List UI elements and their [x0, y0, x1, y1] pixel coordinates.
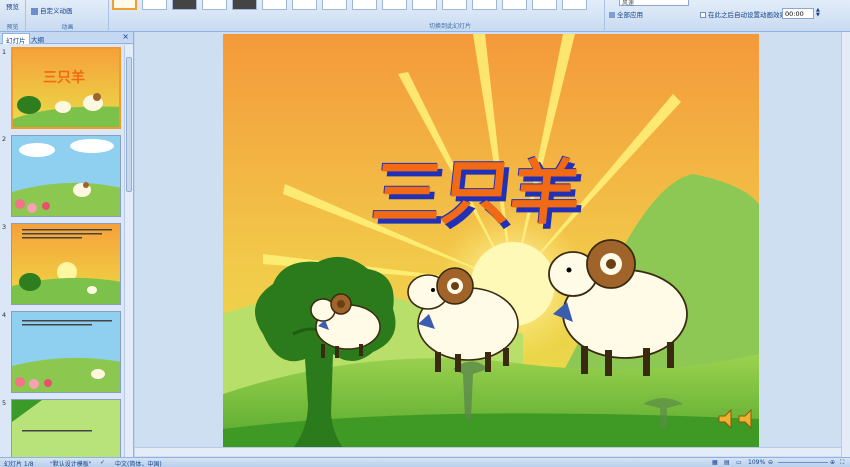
transition-option[interactable]: [142, 0, 167, 10]
transition-option[interactable]: [262, 0, 287, 10]
transition-settings: 风速 全部应用: [604, 0, 696, 32]
sound-select[interactable]: 风速: [619, 0, 689, 7]
preview-group-label: 预览: [6, 24, 19, 31]
apply-all-label: 全部应用: [617, 11, 643, 19]
transition-none[interactable]: [112, 0, 137, 10]
transition-option[interactable]: [292, 0, 317, 10]
advance-settings: 在此之后自动设置动画效果: 00:00 ▲ ▼: [697, 0, 850, 32]
slide-thumbnail[interactable]: [11, 311, 121, 393]
slide-number: 3: [2, 223, 7, 231]
view-slideshow-icon[interactable]: ▭: [736, 459, 742, 466]
language-indicator[interactable]: 中文(简体，中国): [115, 459, 162, 467]
zoom-slider[interactable]: [778, 462, 828, 463]
slide-number: 4: [2, 311, 7, 319]
slide-title[interactable]: 三只羊: [368, 137, 586, 238]
slide-thumbnail-image: [12, 312, 120, 392]
theme-name: "默认设计模板": [50, 461, 92, 467]
transition-option[interactable]: [532, 0, 557, 10]
animation-group-label: 动画: [61, 24, 74, 31]
slide-thumbnail[interactable]: [11, 135, 121, 217]
transition-gallery: [112, 0, 602, 20]
slide-counter: 幻灯片 1/8: [4, 461, 34, 467]
slide-thumbnail-image: [12, 224, 120, 304]
view-normal-icon[interactable]: ▦: [712, 459, 718, 466]
fit-window-icon[interactable]: ⛶: [840, 459, 844, 467]
scrollbar-thumb[interactable]: [126, 57, 132, 192]
transition-option[interactable]: [172, 0, 197, 10]
slide-thumbnail[interactable]: [11, 223, 121, 305]
slide-background-illustration: [223, 34, 759, 448]
status-bar: 幻灯片 1/8 "默认设计模板" ✓ 中文(简体，中国) ▦ ▤ ▭ 109% …: [0, 457, 850, 467]
slide-thumbnail-image: [12, 400, 120, 457]
custom-animation-label: 自定义动画: [40, 7, 73, 15]
pane-tabs: 幻灯片 大纲 ×: [0, 32, 133, 45]
transition-option[interactable]: [562, 0, 587, 10]
custom-animation-icon: [31, 7, 38, 15]
transition-option[interactable]: [442, 0, 467, 10]
slide-editing-area: 三只羊: [135, 32, 850, 457]
slides-pane: 幻灯片 大纲 × 1 三只羊 2 3 4 5: [0, 32, 134, 457]
ribbon: 预览 预览 自定义动画 动画 切换到此幻灯片 风速 全部应用 在此之后自动设置动…: [0, 0, 850, 32]
close-pane-icon[interactable]: ×: [122, 32, 129, 41]
apply-all-button[interactable]: 全部应用: [609, 9, 643, 19]
slide-thumbnail-image: 三只羊: [13, 49, 119, 127]
zoom-level[interactable]: 109%: [748, 459, 765, 466]
transition-option[interactable]: [352, 0, 377, 10]
slide-thumbnail[interactable]: 三只羊: [11, 47, 121, 129]
horizontal-scrollbar[interactable]: [135, 447, 841, 456]
transition-option[interactable]: [412, 0, 437, 10]
slide-thumbnail[interactable]: [11, 399, 121, 457]
slide-number: 1: [2, 48, 7, 56]
slide-thumbnail-image: [12, 136, 120, 216]
transition-option[interactable]: [472, 0, 497, 10]
custom-animation-button[interactable]: 自定义动画: [31, 5, 73, 15]
slide-thumbnail-list: 1 三只羊 2 3 4 5: [0, 45, 124, 457]
preview-button[interactable]: 预览: [6, 1, 19, 11]
current-slide[interactable]: 三只羊: [223, 34, 759, 448]
auto-after-time-input[interactable]: 00:00: [782, 8, 814, 19]
svg-text:三只羊: 三只羊: [43, 69, 85, 86]
preview-group: 预览 预览: [0, 0, 26, 32]
transition-option[interactable]: [322, 0, 347, 10]
time-spinner-icon[interactable]: ▲ ▼: [816, 8, 820, 18]
checkbox-icon: [700, 12, 706, 18]
view-sorter-icon[interactable]: ▤: [724, 459, 730, 466]
transition-option[interactable]: [502, 0, 527, 10]
animation-group: 自定义动画 动画: [27, 0, 109, 32]
transition-option[interactable]: [232, 0, 257, 10]
spell-check-icon[interactable]: ✓: [100, 459, 105, 466]
transition-group-label: 切换到此幻灯片: [428, 23, 471, 30]
tab-outline[interactable]: 大纲: [28, 33, 47, 44]
apply-all-icon: [609, 12, 615, 18]
auto-after-label: 在此之后自动设置动画效果:: [708, 11, 789, 19]
zoom-in-icon[interactable]: ⊕: [830, 459, 835, 466]
tab-slides[interactable]: 幻灯片: [2, 33, 30, 45]
slide-number: 5: [2, 399, 7, 407]
zoom-out-icon[interactable]: ⊖: [768, 459, 773, 466]
transition-option[interactable]: [382, 0, 407, 10]
vertical-scrollbar[interactable]: [841, 32, 850, 457]
auto-after-checkbox[interactable]: 在此之后自动设置动画效果:: [700, 9, 788, 19]
slide-number: 2: [2, 135, 7, 143]
transition-option[interactable]: [202, 0, 227, 10]
slides-pane-scrollbar[interactable]: [124, 45, 133, 457]
